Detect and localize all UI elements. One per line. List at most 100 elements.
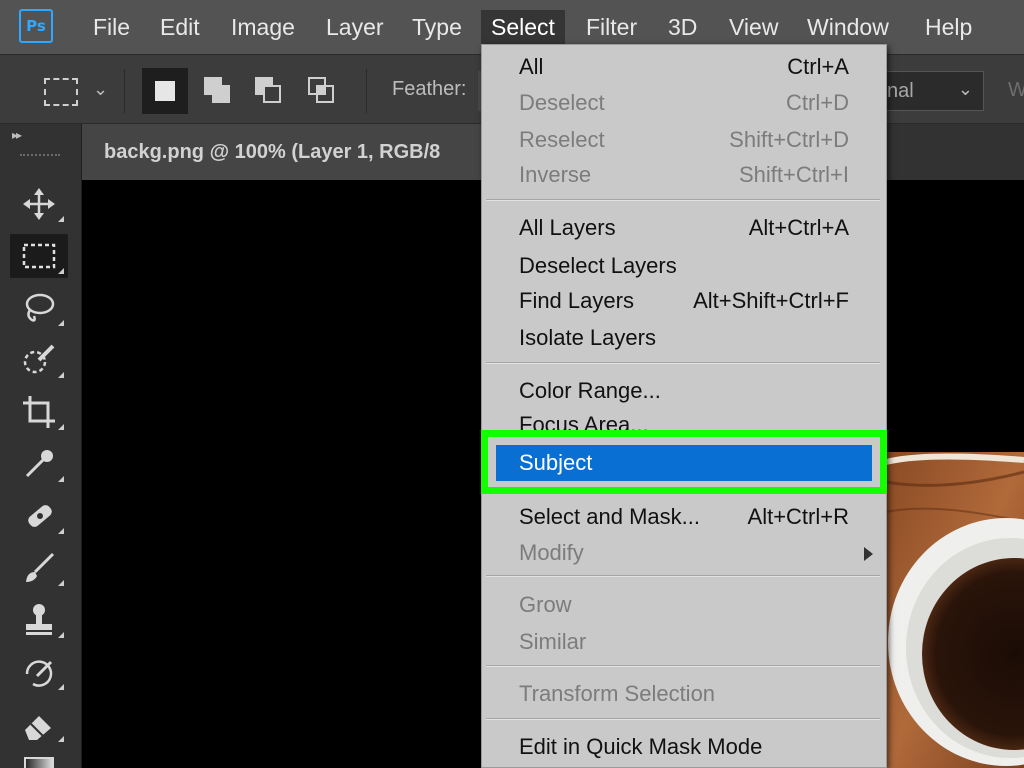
menu-file[interactable]: File <box>83 10 140 44</box>
menu-item-deselect-layers[interactable]: Deselect Layers <box>483 248 885 284</box>
tool-flyout-indicator <box>58 268 64 274</box>
menu-separator <box>486 718 880 720</box>
gradient-tool-icon[interactable] <box>10 750 68 768</box>
add-selection-icon-b <box>212 85 230 103</box>
tools-panel: ▸▸ <box>0 124 82 768</box>
move-tool-icon[interactable] <box>10 182 68 226</box>
menu-item-shortcut: Shift+Ctrl+I <box>738 162 849 187</box>
lasso-tool-icon[interactable] <box>10 286 68 330</box>
collapse-panel-icon[interactable]: ▸▸ <box>12 128 22 142</box>
history-brush-icon[interactable] <box>10 650 68 694</box>
menu-help[interactable]: Help <box>915 10 982 44</box>
photoshop-logo[interactable]: Ps <box>19 9 53 43</box>
subtract-selection-icon-b <box>263 85 281 103</box>
tool-flyout-indicator <box>58 216 64 222</box>
menu-item-grow[interactable]: Grow <box>483 587 885 623</box>
tool-preset-marquee-icon[interactable] <box>44 78 78 106</box>
style-select[interactable]: nal ⌄ <box>880 71 984 111</box>
quick-selection-tool-icon[interactable] <box>10 338 68 382</box>
menu-item-label: Reselect <box>519 127 605 152</box>
menu-item-select-and-mask[interactable]: Select and Mask... Alt+Ctrl+R <box>483 499 885 535</box>
chevron-down-icon[interactable]: ⌄ <box>93 79 108 100</box>
menu-separator <box>486 575 880 577</box>
menu-separator <box>486 362 880 364</box>
divider <box>366 69 367 113</box>
menu-item-all-layers[interactable]: All Layers Alt+Ctrl+A <box>483 210 885 246</box>
tool-flyout-indicator <box>58 736 64 742</box>
menu-item-quick-mask[interactable]: Edit in Quick Mask Mode <box>483 729 885 765</box>
document-tab-title: backg.png @ 100% (Layer 1, RGB/8 <box>104 141 441 163</box>
subtract-from-selection-button[interactable] <box>246 68 292 114</box>
menu-view[interactable]: View <box>719 10 788 44</box>
menu-separator <box>486 665 880 667</box>
style-select-value: nal <box>887 80 914 102</box>
menu-item-shortcut: Shift+Ctrl+D <box>729 127 849 152</box>
menu-edit[interactable]: Edit <box>150 10 210 44</box>
menu-item-label: All Layers <box>519 215 616 240</box>
menu-item-shortcut: Ctrl+A <box>787 54 849 79</box>
brush-tool-icon[interactable] <box>10 546 68 590</box>
menu-window[interactable]: Window <box>797 10 899 44</box>
select-menu-dropdown: All Ctrl+A Deselect Ctrl+D Reselect Shif… <box>481 44 887 768</box>
intersect-fill <box>316 85 326 95</box>
menu-item-label: Isolate Layers <box>519 325 656 350</box>
submenu-arrow-icon <box>864 547 873 561</box>
eraser-tool-icon[interactable] <box>10 702 68 746</box>
tool-flyout-indicator <box>58 372 64 378</box>
menu-item-shortcut: Alt+Ctrl+R <box>747 504 849 529</box>
new-selection-icon <box>155 81 175 101</box>
divider <box>124 69 125 113</box>
subject-highlight-annotation <box>481 430 887 494</box>
menu-item-label: Modify <box>519 540 584 565</box>
tool-flyout-indicator <box>58 476 64 482</box>
menu-item-label: Deselect <box>519 90 605 115</box>
width-label: W <box>1008 79 1024 101</box>
menu-item-isolate-layers[interactable]: Isolate Layers <box>483 320 885 356</box>
menu-item-label: Deselect Layers <box>519 253 677 278</box>
menu-item-shortcut: Alt+Shift+Ctrl+F <box>693 288 849 313</box>
menu-item-label: All <box>519 54 544 79</box>
menu-item-all[interactable]: All Ctrl+A <box>483 49 885 85</box>
menu-separator <box>486 199 880 201</box>
document-tab[interactable]: backg.png @ 100% (Layer 1, RGB/8 <box>82 124 502 180</box>
tool-flyout-indicator <box>58 632 64 638</box>
menu-item-find-layers[interactable]: Find Layers Alt+Shift+Ctrl+F <box>483 283 885 319</box>
crop-tool-icon[interactable] <box>10 390 68 434</box>
clone-stamp-tool-icon[interactable] <box>10 598 68 642</box>
chevron-down-icon: ⌄ <box>957 79 973 99</box>
tool-flyout-indicator <box>58 320 64 326</box>
menu-item-label: Find Layers <box>519 288 634 313</box>
menu-item-transform-selection[interactable]: Transform Selection <box>483 676 885 712</box>
menu-item-color-range[interactable]: Color Range... <box>483 373 885 409</box>
tool-flyout-indicator <box>58 424 64 430</box>
menu-item-similar[interactable]: Similar <box>483 624 885 660</box>
menu-item-shortcut: Ctrl+D <box>786 90 849 115</box>
tool-flyout-indicator <box>58 528 64 534</box>
add-to-selection-button[interactable] <box>195 68 241 114</box>
tool-flyout-indicator <box>58 684 64 690</box>
menu-item-label: Inverse <box>519 162 592 187</box>
menu-image[interactable]: Image <box>221 10 305 44</box>
menu-item-label: Color Range... <box>519 378 661 403</box>
panel-grip[interactable] <box>20 154 60 160</box>
menu-item-label: Select and Mask... <box>519 504 700 529</box>
new-selection-button[interactable] <box>142 68 188 114</box>
menu-select[interactable]: Select <box>481 10 565 44</box>
menu-layer[interactable]: Layer <box>316 10 394 44</box>
menu-item-modify[interactable]: Modify <box>483 535 885 571</box>
menu-filter[interactable]: Filter <box>576 10 647 44</box>
feather-label: Feather: <box>392 78 467 100</box>
menu-3d[interactable]: 3D <box>658 10 707 44</box>
menu-item-label: Transform Selection <box>519 681 716 706</box>
menu-item-shortcut: Alt+Ctrl+A <box>748 215 849 240</box>
menu-item-deselect[interactable]: Deselect Ctrl+D <box>483 85 885 121</box>
intersect-selection-button[interactable] <box>299 68 345 114</box>
menu-item-label: Edit in Quick Mask Mode <box>519 734 763 759</box>
menu-item-inverse[interactable]: Inverse Shift+Ctrl+I <box>483 157 885 193</box>
spot-healing-brush-icon[interactable] <box>10 494 68 538</box>
menu-type[interactable]: Type <box>402 10 472 44</box>
menu-item-label: Grow <box>519 592 572 617</box>
eyedropper-tool-icon[interactable] <box>10 442 68 486</box>
menu-item-reselect[interactable]: Reselect Shift+Ctrl+D <box>483 122 885 158</box>
rectangular-marquee-tool-icon[interactable] <box>10 234 68 278</box>
